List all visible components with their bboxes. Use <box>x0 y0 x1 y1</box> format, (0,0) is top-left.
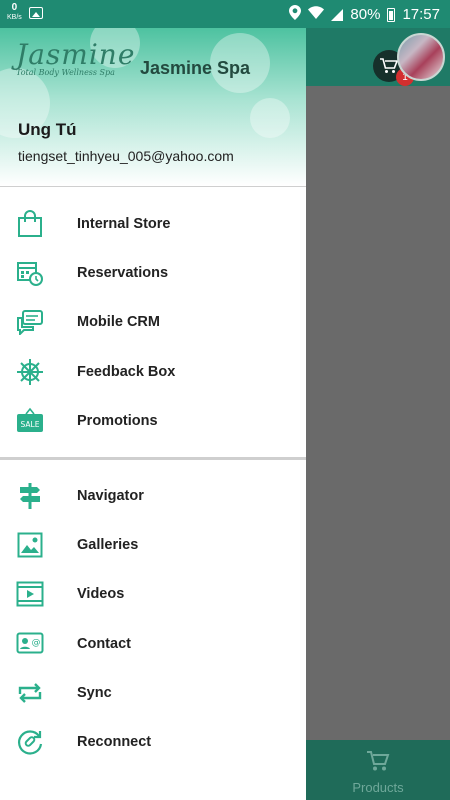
menu-item-label: Navigator <box>77 488 144 504</box>
spa-name: Jasmine Spa <box>140 58 251 78</box>
logo-text: Jasmine <box>16 38 136 71</box>
video-film-icon <box>16 580 44 608</box>
menu-item-label: Contact <box>77 636 131 652</box>
menu-item-label: Internal Store <box>77 216 171 232</box>
menu-item-feedback-box[interactable]: Feedback Box <box>0 349 306 395</box>
cart-icon <box>380 58 398 73</box>
header-divider <box>0 186 306 187</box>
wifi-icon <box>308 6 325 23</box>
logo-tagline: Total Body Wellness Spa <box>16 68 115 77</box>
menu-item-label: Videos <box>77 586 125 602</box>
menu-item-galleries[interactable]: Galleries <box>0 522 306 568</box>
network-speed-value: 0 <box>11 2 18 13</box>
status-bar: 0 KB/s 80% 17:57 <box>0 0 450 28</box>
menu-item-label: Reservations <box>77 265 169 281</box>
menu-item-label: Galleries <box>77 537 139 553</box>
ship-wheel-icon <box>16 358 44 386</box>
battery-level: 80% <box>350 6 381 23</box>
products-cart-icon <box>366 750 390 778</box>
contact-card-icon: @ <box>16 630 44 658</box>
network-speed: 0 KB/s <box>7 3 22 23</box>
products-tab-label: Products <box>352 779 404 795</box>
section-divider <box>0 457 306 460</box>
menu-item-contact[interactable]: @ Contact <box>0 621 306 667</box>
signpost-icon <box>16 482 44 510</box>
menu-item-mobile-crm[interactable]: Mobile CRM <box>0 299 306 345</box>
profile-avatar[interactable] <box>397 33 445 81</box>
battery-icon <box>387 7 396 22</box>
menu-item-reservations[interactable]: Reservations <box>0 250 306 296</box>
menu-item-internal-store[interactable]: Internal Store <box>0 201 306 247</box>
menu-item-label: Promotions <box>77 413 158 429</box>
menu-item-navigator[interactable]: Navigator <box>0 473 306 519</box>
calendar-clock-icon <box>16 259 44 287</box>
signal-icon <box>331 8 344 21</box>
sale-tag-text: SALE <box>21 420 40 429</box>
image-gallery-icon <box>16 531 44 559</box>
drawer-header: Jasmine Total Body Wellness Spa Jasmine … <box>0 28 306 186</box>
reconnect-link-icon <box>16 728 44 756</box>
spa-logo: Jasmine Total Body Wellness Spa <box>16 38 136 94</box>
menu-item-label: Feedback Box <box>77 364 176 380</box>
user-name: Ung Tú <box>18 120 77 139</box>
navigation-drawer: Jasmine Total Body Wellness Spa Jasmine … <box>0 0 306 800</box>
menu-item-sync[interactable]: Sync <box>0 670 306 716</box>
sync-arrows-icon <box>16 679 44 707</box>
sale-tag-icon: SALE <box>16 407 44 435</box>
svg-text:@: @ <box>32 638 41 648</box>
user-email: tiengset_tinhyeu_005@yahoo.com <box>18 148 234 164</box>
bottom-tab-products[interactable]: Products <box>306 740 450 800</box>
network-speed-unit: KB/s <box>7 14 22 21</box>
menu-item-reconnect[interactable]: Reconnect <box>0 719 306 765</box>
menu-item-promotions[interactable]: SALE Promotions <box>0 398 306 444</box>
menu-item-videos[interactable]: Videos <box>0 571 306 617</box>
chat-bubbles-icon <box>16 308 44 336</box>
menu-item-label: Reconnect <box>77 734 152 750</box>
menu-item-label: Mobile CRM <box>77 314 160 330</box>
shopping-bag-icon <box>16 210 44 238</box>
clock: 17:57 <box>402 6 440 23</box>
image-notification-icon <box>29 7 43 19</box>
menu-item-label: Sync <box>77 685 112 701</box>
location-icon <box>289 5 302 24</box>
